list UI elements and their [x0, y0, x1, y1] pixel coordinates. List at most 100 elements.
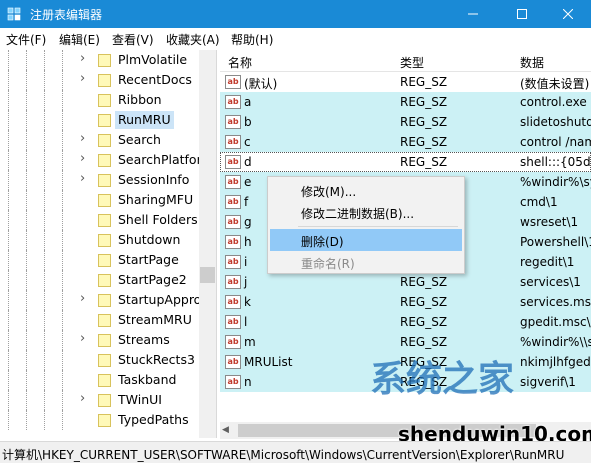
tree-guide-line — [26, 110, 27, 130]
value-row[interactable]: ab l REG_SZ gpedit.msc\1 — [220, 312, 591, 332]
close-button[interactable] — [545, 0, 591, 28]
menu-item-modify[interactable]: 修改(M)... — [270, 179, 462, 201]
expand-chevron-icon[interactable]: › — [80, 71, 85, 86]
tree-item[interactable]: Taskband — [0, 370, 200, 390]
expand-chevron-icon[interactable]: › — [80, 291, 85, 306]
value-data: services\1 — [520, 275, 581, 289]
value-row[interactable]: ab (默认) REG_SZ (数值未设置) — [220, 72, 591, 92]
expand-chevron-icon[interactable]: › — [80, 151, 85, 166]
tree-guide-line — [44, 50, 45, 70]
tree-item[interactable]: RunMRU — [0, 110, 200, 130]
tree-item-label: Shell Folders — [118, 212, 198, 227]
value-type: REG_SZ — [400, 275, 448, 289]
tree-guide-line — [44, 290, 45, 310]
tree-item[interactable]: StartPage2 — [0, 270, 200, 290]
folder-icon — [98, 314, 111, 327]
value-row[interactable]: abd REG_SZ shell:::{05d7b0f4} — [220, 152, 591, 172]
expand-chevron-icon[interactable]: › — [80, 331, 85, 346]
menu-view[interactable]: 查看(V) — [112, 31, 154, 48]
folder-icon — [98, 294, 111, 307]
minimize-button[interactable] — [450, 0, 496, 28]
column-name[interactable]: 名称 — [228, 54, 252, 71]
expand-chevron-icon[interactable]: › — [80, 391, 85, 406]
tree-guide-line — [62, 110, 63, 130]
menu-item-delete[interactable]: 删除(D) — [270, 229, 462, 251]
tree-item[interactable]: StreamMRU — [0, 310, 200, 330]
tree-item[interactable]: › SearchPlatform — [0, 150, 214, 170]
tree-guide-line — [62, 410, 63, 430]
value-row[interactable]: abm REG_SZ %windir%\\system32 — [220, 332, 591, 352]
string-value-icon: ab — [225, 95, 241, 109]
tree-guide-line — [26, 250, 27, 270]
tree-guide-line — [44, 250, 45, 270]
tree-scrollbar-thumb[interactable] — [200, 267, 215, 283]
tree-guide-line — [62, 90, 63, 110]
menu-item-modify-binary[interactable]: 修改二进制数据(B)... — [270, 201, 462, 223]
tree-item[interactable]: › RecentDocs — [0, 70, 200, 90]
menu-favorites[interactable]: 收藏夹(A) — [166, 31, 220, 48]
tree-item[interactable]: TypedPaths — [0, 410, 200, 430]
value-data: slidetoshutdown\1 — [520, 115, 591, 129]
tree-guide-line — [8, 310, 9, 330]
tree-item[interactable]: › Streams — [0, 330, 200, 350]
close-icon — [563, 9, 573, 19]
menu-item-rename[interactable]: 重命名(R) — [270, 251, 462, 273]
tree-guide-line — [26, 350, 27, 370]
menu-file[interactable]: 文件(F) — [6, 31, 46, 48]
folder-icon — [98, 374, 111, 387]
tree-item[interactable]: › TWinUI — [0, 390, 200, 410]
tree-item-label: Streams — [118, 332, 170, 347]
value-name: e — [244, 175, 252, 189]
folder-icon — [98, 194, 111, 207]
value-row[interactable]: abc REG_SZ control /name — [220, 132, 591, 152]
value-data: control /name — [520, 135, 591, 149]
tree-item[interactable]: StartPage — [0, 250, 200, 270]
tree-item[interactable]: › PlmVolatile — [0, 50, 200, 70]
tree-item[interactable]: Shutdown — [0, 230, 200, 250]
expand-chevron-icon[interactable]: › — [80, 131, 85, 146]
tree-guide-line — [44, 130, 45, 150]
tree-scrollbar[interactable] — [199, 50, 216, 438]
column-data[interactable]: 数据 — [520, 54, 544, 71]
value-data: wsreset\1 — [520, 215, 579, 229]
tree-guide-line — [62, 70, 63, 90]
scroll-left-icon[interactable]: ◀ — [222, 425, 229, 435]
value-name: l — [244, 315, 248, 329]
string-value-icon: ab — [225, 255, 241, 269]
registry-tree[interactable]: › PlmVolatile › RecentDocs Ribbon RunMRU › Sear… — [0, 50, 217, 438]
value-row[interactable]: ab j REG_SZ services\1 — [220, 272, 591, 292]
menu-help[interactable]: 帮助(H) — [231, 31, 273, 48]
menu-separator — [298, 226, 458, 227]
value-row[interactable]: aba REG_SZ control.exe desk.cpl — [220, 92, 591, 112]
expand-chevron-icon[interactable]: › — [80, 51, 85, 66]
tree-item[interactable]: › SessionInfo — [0, 170, 200, 190]
tree-item[interactable]: › Search — [0, 130, 200, 150]
menu-edit[interactable]: 编辑(E) — [59, 31, 100, 48]
expand-chevron-icon[interactable]: › — [80, 171, 85, 186]
title-bar[interactable]: 注册表编辑器 — [0, 0, 591, 28]
tree-guide-line — [26, 270, 27, 290]
tree-guide-line — [44, 270, 45, 290]
tree-item[interactable]: › StartupApproved — [0, 290, 216, 310]
tree-guide-line — [62, 330, 63, 350]
value-row[interactable]: abb REG_SZ slidetoshutdown\1 — [220, 112, 591, 132]
tree-guide-line — [26, 230, 27, 250]
maximize-button[interactable] — [499, 0, 545, 28]
tree-item[interactable]: StuckRects3 — [0, 350, 200, 370]
folder-icon — [98, 54, 111, 67]
folder-icon — [98, 214, 111, 227]
string-value-icon: ab — [225, 115, 241, 129]
tree-item[interactable]: Shell Folders — [0, 210, 200, 230]
tree-guide-line — [8, 110, 9, 130]
value-row[interactable]: abk REG_SZ services.msc\1 — [220, 292, 591, 312]
tree-item-label: PlmVolatile — [118, 52, 188, 67]
tree-guide-line — [26, 150, 27, 170]
value-type: REG_SZ — [400, 95, 448, 109]
status-bar: 计算机\HKEY_CURRENT_USER\SOFTWARE\Microsoft… — [0, 441, 591, 463]
value-type: REG_SZ — [400, 155, 448, 169]
tree-guide-line — [26, 210, 27, 230]
tree-item[interactable]: SharingMFU — [0, 190, 200, 210]
tree-item[interactable]: Ribbon — [0, 90, 200, 110]
menu-item-label: 重命名(R) — [301, 257, 355, 271]
column-type[interactable]: 类型 — [400, 54, 424, 71]
